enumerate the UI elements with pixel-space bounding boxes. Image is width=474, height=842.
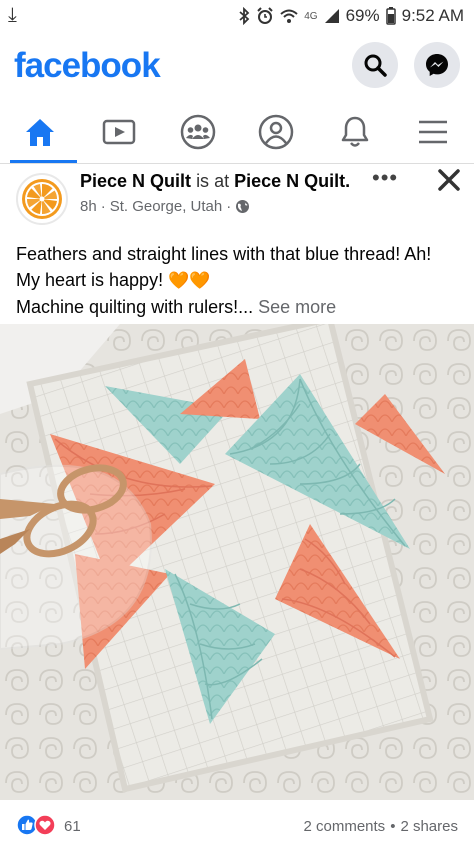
post-meta: 8h · St. George, Utah · [80,198,250,215]
post-text: Feathers and straight lines with that bl… [16,241,466,320]
author-connector: is at [196,171,230,191]
reaction-count[interactable]: 61 [64,818,81,835]
stats-separator: • [390,818,396,835]
post-text-line-2-text: My heart is happy! [16,270,164,290]
tab-home[interactable] [5,100,77,163]
tab-watch[interactable] [84,100,154,163]
meta-separator-2: · [226,198,232,215]
menu-icon [419,120,447,143]
main-nav [0,100,474,164]
download-icon: ⤓ [8,4,17,26]
messenger-icon [426,54,448,76]
wifi-icon [280,9,298,23]
post-time[interactable]: 8h [80,198,97,215]
post-header: Piece N Quilt is at Piece N Quilt. 8h · … [0,165,474,225]
post-text-line-2: My heart is happy! 🧡🧡 [16,267,466,294]
engagement-stats: 2 comments • 2 shares [303,818,458,835]
home-icon [26,118,54,146]
battery-icon [385,7,396,25]
tab-profile[interactable] [241,100,311,163]
app-header: facebook [0,34,474,100]
tab-groups[interactable] [163,100,233,163]
comments-count[interactable]: 2 comments [303,818,385,835]
groups-icon [180,114,216,149]
orange-slice-logo [22,179,62,219]
notifications-icon [341,116,369,147]
globe-icon [236,200,250,213]
post-place[interactable]: St. George, Utah [110,198,223,215]
post-photo[interactable] [0,324,474,800]
location-page[interactable]: Piece N Quilt. [234,171,350,191]
post-options-button[interactable]: ••• [372,165,398,191]
network-type: 4G [304,10,318,22]
author-line: Piece N Quilt is at Piece N Quilt. [80,171,350,192]
hide-post-button[interactable] [434,165,464,195]
close-icon [438,169,460,191]
author-name[interactable]: Piece N Quilt [80,171,191,191]
page-avatar[interactable] [16,173,68,225]
search-icon [364,54,387,77]
signal-icon [324,9,339,23]
shares-count[interactable]: 2 shares [400,818,458,835]
facebook-logo[interactable]: facebook [14,46,161,86]
battery-percent: 69% [345,6,380,25]
reaction-icons[interactable] [16,814,60,836]
search-button[interactable] [352,42,398,88]
post-text-line-1: Feathers and straight lines with that bl… [16,244,432,264]
messenger-button[interactable] [414,42,460,88]
post-stats: 61 2 comments • 2 shares [0,806,474,842]
meta-separator: · [100,198,106,215]
tab-menu[interactable] [398,100,468,163]
post-text-line-3: Machine quilting with rulers!... See mor… [16,294,466,320]
post-text-line-3-text: Machine quilting with rulers!... [16,297,254,317]
alarm-icon [257,7,273,24]
bluetooth-icon [239,7,250,25]
status-icons: 4G 69% 9:52 AM [238,6,464,26]
orange-heart-emoji: 🧡🧡 [168,271,211,290]
status-bar: ⤓ 4G 69% 9:52 AM [0,0,474,34]
quilt-photo [0,324,474,800]
clock: 9:52 AM [401,6,464,25]
watch-icon [102,119,136,144]
profile-icon [258,114,294,149]
love-icon [34,814,56,836]
see-more-link[interactable]: See more [258,297,336,317]
tab-notifications[interactable] [320,100,390,163]
